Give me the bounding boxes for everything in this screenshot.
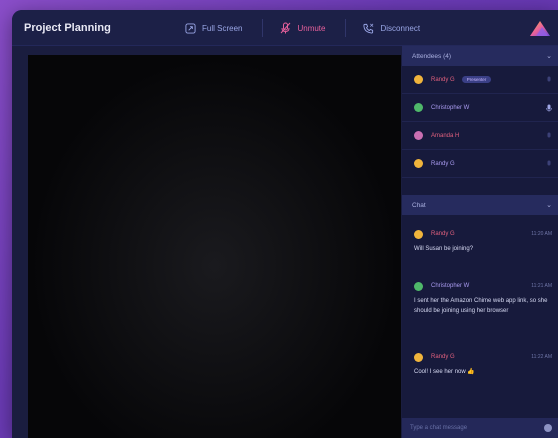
message-time: 11:21 AM xyxy=(531,283,552,289)
attendees-header[interactable]: Attendees (4) ⌄ xyxy=(402,46,558,66)
attendee-name: Randy G xyxy=(431,160,455,167)
attendee-list: Randy G Presenter Christopher W Amanda H… xyxy=(402,66,558,178)
avatar xyxy=(414,131,423,140)
avatar xyxy=(414,159,423,168)
toolbar-divider xyxy=(345,19,347,37)
phone-icon xyxy=(362,22,374,34)
toolbar: Full Screen Unmute Disconnect xyxy=(184,10,440,46)
emoji-icon[interactable] xyxy=(544,424,552,432)
fullscreen-button[interactable]: Full Screen xyxy=(184,22,242,34)
avatar xyxy=(414,103,423,112)
attendee-row[interactable]: Randy G xyxy=(402,150,558,178)
message-text: I sent her the Amazon Chime web app link… xyxy=(414,298,548,314)
avatar xyxy=(414,281,423,291)
chat-message: Christopher W 11:21 AM I sent her the Am… xyxy=(414,281,552,316)
side-panel: Attendees (4) ⌄ Randy G Presenter Christ… xyxy=(402,46,558,438)
disconnect-button[interactable]: Disconnect xyxy=(362,22,420,34)
attendee-row[interactable]: Randy G Presenter xyxy=(402,66,558,94)
message-sender: Randy G xyxy=(431,231,455,237)
presenter-badge: Presenter xyxy=(461,76,492,83)
top-bar: Project Planning Full Screen Unmute Disc… xyxy=(12,10,558,46)
attendee-name: Christopher W xyxy=(431,104,470,111)
app-logo-icon xyxy=(530,21,550,36)
attendee-name: Randy G xyxy=(431,76,455,83)
unmute-label: Unmute xyxy=(297,23,326,33)
attendees-title: Attendees (4) xyxy=(412,52,452,60)
meeting-title: Project Planning xyxy=(24,21,111,34)
chat-header[interactable]: Chat ⌄ xyxy=(402,195,558,215)
fullscreen-icon xyxy=(184,22,196,34)
attendee-row[interactable]: Christopher W xyxy=(402,94,558,122)
avatar xyxy=(414,352,423,362)
mic-muted-icon xyxy=(547,76,551,82)
chat-title: Chat xyxy=(412,201,426,209)
avatar xyxy=(414,229,423,239)
message-time: 11:20 AM xyxy=(531,231,552,237)
fullscreen-label: Full Screen xyxy=(202,23,243,33)
attendee-name: Amanda H xyxy=(431,132,460,139)
muted-mic-icon xyxy=(279,22,291,34)
chevron-down-icon[interactable]: ⌄ xyxy=(546,52,552,60)
message-sender: Christopher W xyxy=(431,283,470,289)
message-time: 11:22 AM xyxy=(531,354,552,360)
chat-input[interactable]: Type a chat message xyxy=(402,418,558,438)
unmute-button[interactable]: Unmute xyxy=(279,22,325,34)
chevron-down-icon[interactable]: ⌄ xyxy=(546,201,552,209)
chat-message: Randy G 11:22 AM Cool! I see her now 👍 xyxy=(414,352,552,378)
mic-active-icon xyxy=(546,104,552,112)
mic-muted-icon xyxy=(547,132,551,138)
chat-messages: Randy G 11:20 AM Will Susan be joining? … xyxy=(402,215,558,430)
message-sender: Randy G xyxy=(431,354,455,360)
disconnect-label: Disconnect xyxy=(380,23,421,33)
chat-message: Randy G 11:20 AM Will Susan be joining? xyxy=(414,229,552,255)
meeting-window: Project Planning Full Screen Unmute Disc… xyxy=(12,10,558,438)
message-text: Cool! I see her now 👍 xyxy=(414,369,475,375)
mic-muted-icon xyxy=(547,160,551,166)
toolbar-divider xyxy=(262,19,264,37)
attendee-row[interactable]: Amanda H xyxy=(402,122,558,150)
avatar xyxy=(414,75,423,84)
chat-input-placeholder: Type a chat message xyxy=(410,425,468,431)
message-text: Will Susan be joining? xyxy=(414,246,474,252)
video-feed xyxy=(28,55,401,438)
